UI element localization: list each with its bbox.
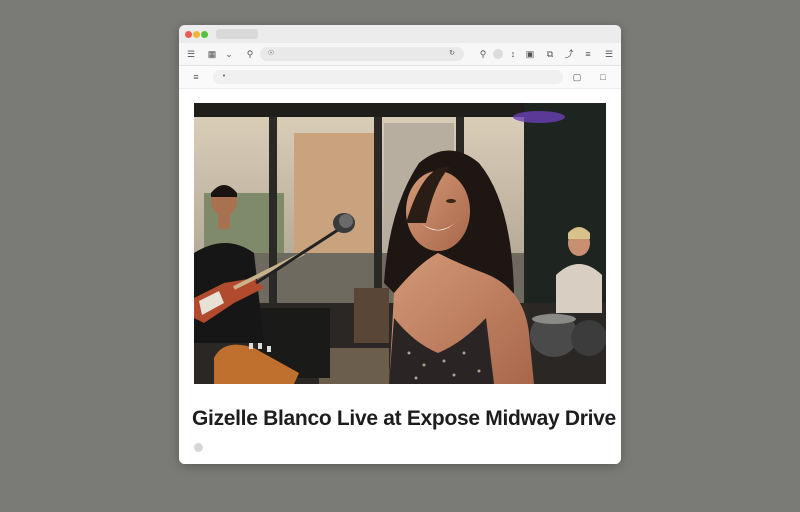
more-icon[interactable]: ☰ bbox=[603, 48, 615, 60]
download-icon[interactable]: ↕ bbox=[507, 48, 519, 60]
copy-icon[interactable]: □ bbox=[597, 71, 609, 83]
hamburger-icon[interactable]: ≡ bbox=[190, 71, 202, 83]
minimize-window-button[interactable] bbox=[193, 31, 200, 38]
tabs-icon[interactable]: ▢ bbox=[571, 71, 583, 83]
url-bar[interactable]: ☉ ↻ bbox=[260, 47, 464, 61]
reader-icon[interactable]: ▣ bbox=[524, 48, 536, 60]
article-headline[interactable]: Gizelle Blanco Live at Expose Midway Dri… bbox=[192, 407, 616, 431]
chevron-down-icon[interactable]: ⌄ bbox=[223, 48, 235, 60]
browser-toolbar: ☰ ▦ ⌄ ⚲ ☉ ↻ ⚲ ↕ ▣ ⧉ ⤴ ≡ ☰ bbox=[179, 43, 621, 66]
search-icon[interactable]: ⚲ bbox=[477, 48, 489, 60]
page-address-field[interactable]: • bbox=[213, 70, 563, 84]
extensions-icon[interactable]: ⤴ bbox=[563, 48, 575, 60]
tab-overview-icon[interactable]: ▦ bbox=[206, 48, 218, 60]
hero-image bbox=[194, 103, 606, 384]
refresh-icon[interactable]: ↻ bbox=[446, 48, 458, 60]
author-avatar bbox=[194, 443, 203, 452]
title-bar bbox=[179, 25, 621, 43]
share-icon[interactable]: ⧉ bbox=[544, 48, 556, 60]
browser-tab[interactable] bbox=[216, 29, 258, 39]
close-window-button[interactable] bbox=[185, 31, 192, 38]
page-content: Gizelle Blanco Live at Expose Midway Dri… bbox=[179, 89, 621, 464]
secondary-bar: ≡ • ▢ □ bbox=[179, 66, 621, 89]
sidebar-icon[interactable]: ☰ bbox=[185, 48, 197, 60]
shield-icon: ☉ bbox=[267, 50, 275, 57]
browser-window: ☰ ▦ ⌄ ⚲ ☉ ↻ ⚲ ↕ ▣ ⧉ ⤴ ≡ ☰ ≡ • ▢ □ Gizell… bbox=[179, 25, 621, 464]
search-icon[interactable]: ⚲ bbox=[244, 48, 256, 60]
zoom-window-button[interactable] bbox=[201, 31, 208, 38]
lock-icon: • bbox=[222, 73, 226, 80]
menu-icon[interactable]: ≡ bbox=[582, 48, 594, 60]
avatar-icon[interactable] bbox=[493, 49, 503, 59]
